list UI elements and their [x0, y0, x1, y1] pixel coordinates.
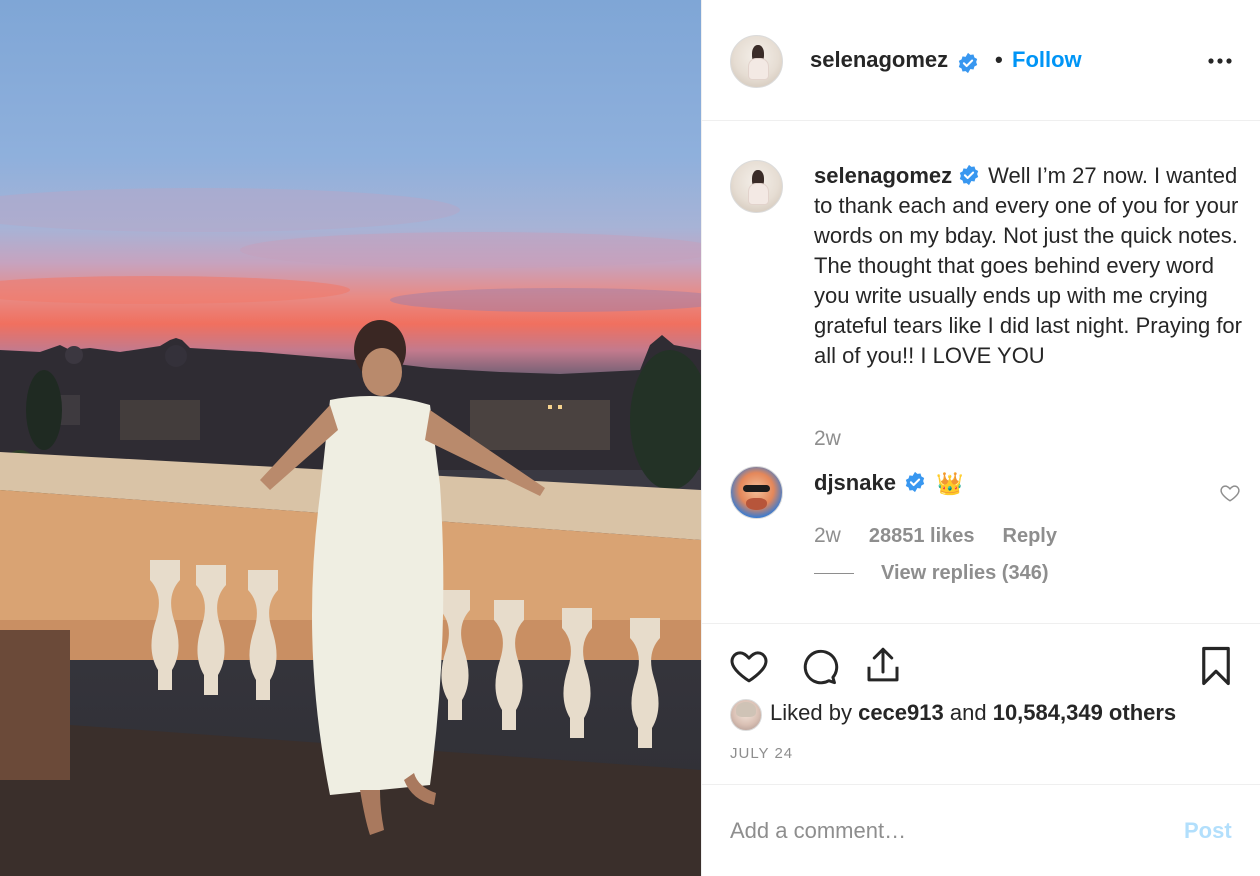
comment-likes[interactable]: 28851 likes	[869, 525, 975, 548]
liked-by-prefix: Liked by	[770, 700, 852, 725]
author-avatar[interactable]	[730, 35, 783, 88]
author-info: selenagomez	[810, 47, 979, 74]
post-date[interactable]: JULY 24	[730, 745, 793, 762]
post-photo[interactable]	[0, 0, 701, 876]
follow-button[interactable]: Follow	[1012, 47, 1082, 73]
comment-meta: 2w 28851 likes Reply	[814, 524, 1057, 548]
view-replies-button[interactable]: View replies (346)	[814, 562, 1049, 585]
comment-item: djsnake 👑	[814, 468, 964, 499]
verified-badge-icon	[905, 472, 925, 493]
liker-username[interactable]: cece913	[858, 700, 944, 725]
caption-username[interactable]: selenagomez	[814, 163, 952, 188]
post-comment-button[interactable]: Post	[1184, 818, 1232, 844]
share-icon[interactable]	[862, 643, 904, 687]
separator-dot: •	[995, 47, 1003, 72]
liked-by: Liked by cece913 and 10,584,349 others	[770, 700, 1176, 726]
caption-text: Well I’m 27 now. I wanted to thank each …	[814, 163, 1242, 368]
comment-text: 👑	[936, 471, 964, 497]
verified-badge-icon	[958, 52, 977, 73]
more-horizontal-icon[interactable]	[1205, 46, 1235, 76]
comment-username[interactable]: djsnake	[814, 470, 896, 495]
post-header: selenagomez • Follow	[702, 0, 1260, 121]
comment-input[interactable]	[730, 815, 1150, 847]
post-sidebar: selenagomez • Follow selenagomez Well I’…	[701, 0, 1260, 876]
add-comment-bar: Post	[702, 784, 1260, 876]
commenter-avatar[interactable]	[730, 466, 783, 519]
heart-icon[interactable]	[728, 645, 770, 687]
comment-timestamp[interactable]: 2w	[814, 524, 841, 548]
likes-count[interactable]: 10,584,349 others	[993, 700, 1176, 725]
caption-author-avatar[interactable]	[730, 160, 783, 213]
replies-divider	[814, 573, 854, 574]
author-username[interactable]: selenagomez	[810, 47, 948, 72]
reply-button[interactable]: Reply	[1003, 525, 1057, 548]
bookmark-icon[interactable]	[1198, 645, 1234, 687]
view-replies-label: View replies (346)	[881, 562, 1049, 584]
caption-timestamp[interactable]: 2w	[814, 427, 841, 451]
post-photo-scene	[0, 188, 701, 876]
comment-like-heart-icon[interactable]	[1219, 482, 1241, 504]
liked-by-and: and	[949, 700, 987, 725]
liker-avatar[interactable]	[730, 699, 762, 731]
caption: selenagomez Well I’m 27 now. I wanted to…	[814, 161, 1249, 371]
comment-icon[interactable]	[797, 645, 839, 687]
verified-badge-icon	[960, 165, 979, 186]
